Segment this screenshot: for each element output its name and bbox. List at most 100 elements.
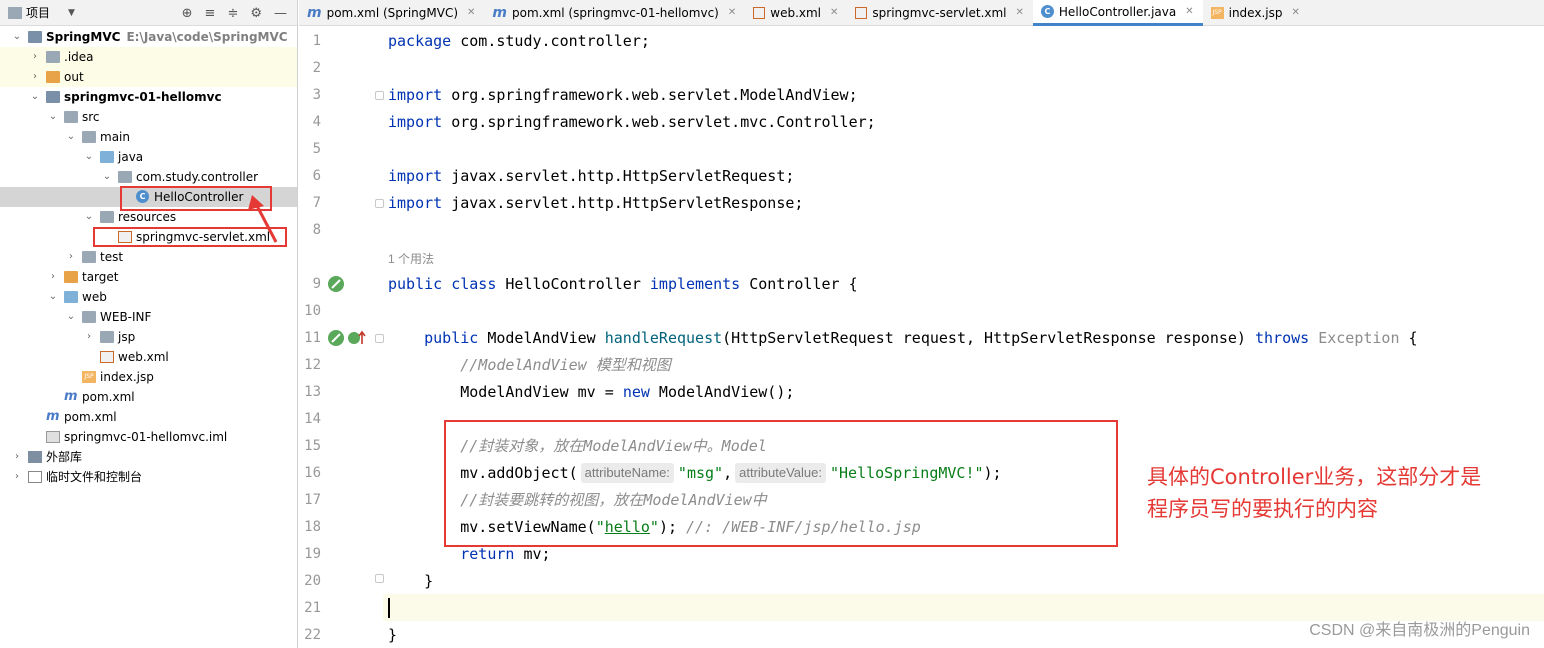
project-panel-title[interactable]: 项目 xyxy=(26,4,50,21)
tree-item-label: web.xml xyxy=(118,350,169,364)
chevron-down-icon[interactable]: ⌄ xyxy=(66,127,76,147)
project-panel-toolbar: ⊕ ≡ ≑ ⚙ — xyxy=(182,0,287,26)
tree-item[interactable]: ⌄ SpringMVC E:\Java\code\SpringMVC xyxy=(0,27,297,47)
fold-marker[interactable] xyxy=(375,91,384,100)
chevron-down-icon[interactable]: ⌄ xyxy=(48,107,58,127)
tree-item[interactable]: › target xyxy=(0,267,297,287)
chevron-down-icon[interactable]: ⌄ xyxy=(84,147,94,167)
tree-item[interactable]: ⌄ com.study.controller xyxy=(0,167,297,187)
tree-item[interactable]: ⌄ main xyxy=(0,127,297,147)
tree-item[interactable]: › jsp xyxy=(0,327,297,347)
line-number[interactable]: 7 xyxy=(299,190,321,217)
tree-item[interactable]: web.xml xyxy=(0,347,297,367)
editor-tab[interactable]: springmvc-servlet.xml ✕ xyxy=(847,0,1033,26)
line-number[interactable]: 20 xyxy=(299,568,321,595)
editor-tab[interactable]: JSP index.jsp ✕ xyxy=(1203,0,1309,26)
tree-item[interactable]: › 外部库 xyxy=(0,447,297,467)
library-icon xyxy=(28,451,42,463)
line-number[interactable]: 9 xyxy=(299,271,321,298)
line-number[interactable]: 19 xyxy=(299,541,321,568)
code-token: throws xyxy=(1254,329,1310,347)
editor-tab[interactable]: m pom.xml (SpringMVC) ✕ xyxy=(299,0,484,26)
expand-all-icon[interactable]: ≡ xyxy=(205,6,216,21)
tree-item[interactable]: m pom.xml xyxy=(0,407,297,427)
code-line-12: //ModelAndView 模型和视图 xyxy=(388,352,670,379)
usage-count-hint[interactable]: 1 个用法 xyxy=(388,250,434,267)
line-number[interactable]: 3 xyxy=(299,82,321,109)
chevron-right-icon[interactable]: › xyxy=(12,467,22,487)
hide-panel-icon[interactable]: — xyxy=(274,6,287,21)
line-number[interactable]: 15 xyxy=(299,433,321,460)
line-number[interactable]: 17 xyxy=(299,487,321,514)
code-editor[interactable]: 1 2 3 4 5 6 7 8 9 10 11 12 13 14 15 16 17 18 19 20 21 22 pack… xyxy=(299,27,1544,648)
fold-marker[interactable] xyxy=(375,199,384,208)
chevron-right-icon[interactable]: › xyxy=(84,327,94,347)
tree-item[interactable]: › 临时文件和控制台 xyxy=(0,467,297,487)
line-number[interactable]: 2 xyxy=(299,55,321,82)
chevron-right-icon[interactable]: › xyxy=(30,47,40,67)
chevron-down-icon[interactable]: ⌄ xyxy=(102,167,112,187)
implements-method-icon[interactable] xyxy=(347,330,367,346)
chevron-right-icon[interactable]: › xyxy=(30,67,40,87)
tree-item[interactable]: ⌄ WEB-INF xyxy=(0,307,297,327)
line-number[interactable]: 6 xyxy=(299,163,321,190)
chevron-down-icon[interactable]: ⌄ xyxy=(48,287,58,307)
project-view-icon[interactable] xyxy=(8,6,22,19)
line-number[interactable]: 21 xyxy=(299,595,321,622)
folder-icon xyxy=(82,131,96,143)
tree-item-path: E:\Java\code\SpringMVC xyxy=(126,30,288,44)
line-number[interactable]: 11 xyxy=(299,325,321,352)
tree-item[interactable]: JSP index.jsp xyxy=(0,367,297,387)
editor-tab[interactable]: m pom.xml (springmvc-01-hellomvc) ✕ xyxy=(484,0,745,26)
editor-tab[interactable]: C HelloController.java ✕ xyxy=(1032,0,1203,26)
tree-item[interactable]: springmvc-01-hellomvc.iml xyxy=(0,427,297,447)
chevron-right-icon[interactable]: › xyxy=(48,267,58,287)
tree-item[interactable]: ⌄ src xyxy=(0,107,297,127)
chevron-down-icon[interactable]: ⌄ xyxy=(30,87,40,107)
line-number[interactable]: 13 xyxy=(299,379,321,406)
tree-item[interactable]: › out xyxy=(0,67,297,87)
chevron-down-icon[interactable]: ▼ xyxy=(68,8,75,18)
fold-marker[interactable] xyxy=(375,574,384,583)
line-number[interactable]: 16 xyxy=(299,460,321,487)
close-icon[interactable]: ✕ xyxy=(1185,0,1193,25)
close-icon[interactable]: ✕ xyxy=(467,0,475,26)
line-number[interactable]: 18 xyxy=(299,514,321,541)
tree-item[interactable]: ⌄ web xyxy=(0,287,297,307)
line-number[interactable]: 10 xyxy=(299,298,321,325)
line-number[interactable]: 5 xyxy=(299,136,321,163)
override-marker-icon[interactable] xyxy=(327,329,345,347)
line-number[interactable]: 1 xyxy=(299,28,321,55)
chevron-right-icon[interactable]: › xyxy=(12,447,22,467)
tree-item[interactable]: › .idea xyxy=(0,47,297,67)
chevron-right-icon[interactable]: › xyxy=(66,247,76,267)
fold-marker[interactable] xyxy=(375,334,384,343)
line-number[interactable]: 12 xyxy=(299,352,321,379)
locate-file-icon[interactable]: ⊕ xyxy=(182,6,193,21)
implements-marker-icon[interactable] xyxy=(327,275,345,293)
code-token: mv; xyxy=(514,545,551,563)
line-number[interactable]: 14 xyxy=(299,406,321,433)
tree-item-label: jsp xyxy=(118,330,136,344)
project-tool-window: 项目 ▼ ⊕ ≡ ≑ ⚙ — ⌄ SpringMVC E:\Java\code\Sp… xyxy=(0,0,298,648)
code-token: Exception xyxy=(1309,329,1400,347)
editor-tab[interactable]: web.xml ✕ xyxy=(745,0,847,26)
close-icon[interactable]: ✕ xyxy=(1291,0,1299,26)
close-icon[interactable]: ✕ xyxy=(830,0,838,26)
collapse-all-icon[interactable]: ≑ xyxy=(227,6,238,21)
line-number[interactable]: 4 xyxy=(299,109,321,136)
line-number[interactable]: 22 xyxy=(299,622,321,648)
tree-item[interactable]: › test xyxy=(0,247,297,267)
tree-item[interactable]: ⌄ springmvc-01-hellomvc xyxy=(0,87,297,107)
chevron-down-icon[interactable]: ⌄ xyxy=(66,307,76,327)
line-number[interactable]: 8 xyxy=(299,217,321,244)
tree-item[interactable]: ⌄ java xyxy=(0,147,297,167)
chevron-down-icon[interactable]: ⌄ xyxy=(84,207,94,227)
tree-item[interactable]: m pom.xml xyxy=(0,387,297,407)
code-token: import xyxy=(388,167,443,185)
gear-icon[interactable]: ⚙ xyxy=(250,6,262,21)
code-line-7: import javax.servlet.http.HttpServletRes… xyxy=(388,190,803,217)
chevron-down-icon[interactable]: ⌄ xyxy=(12,27,22,47)
close-icon[interactable]: ✕ xyxy=(728,0,736,26)
close-icon[interactable]: ✕ xyxy=(1016,0,1024,26)
